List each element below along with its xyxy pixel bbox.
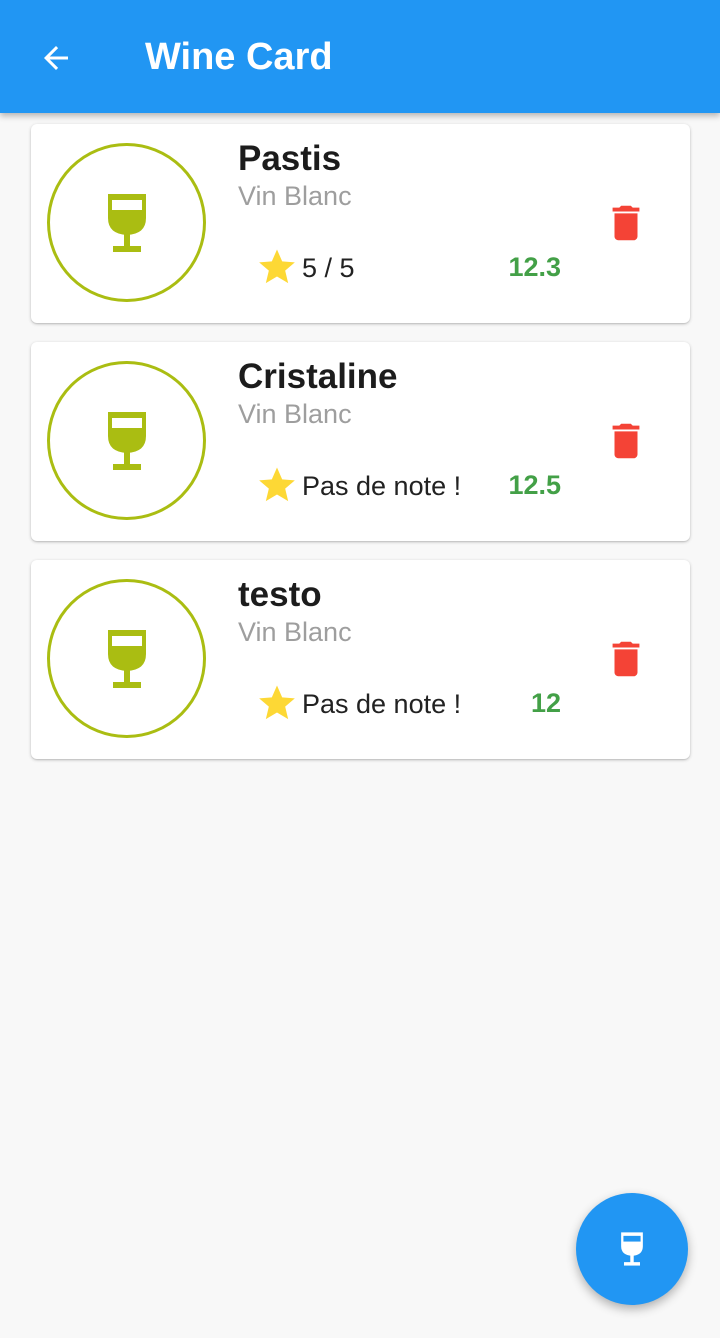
app-bar: Wine Card — [0, 0, 720, 113]
wine-glass-icon — [621, 1232, 643, 1266]
wine-card[interactable]: testo Vin Blanc Pas de note ! 12 — [31, 560, 690, 759]
wine-glass-icon — [107, 411, 146, 470]
add-wine-button[interactable] — [576, 1193, 688, 1305]
star-icon — [259, 467, 295, 502]
wine-card[interactable]: Pastis Vin Blanc 5 / 5 12.3 — [31, 124, 690, 323]
wine-avatar — [47, 361, 206, 520]
wine-avatar — [47, 143, 206, 302]
wine-type: Vin Blanc — [238, 617, 352, 647]
trash-icon — [612, 423, 640, 459]
page-title: Wine Card — [145, 36, 333, 78]
star-icon — [259, 249, 295, 284]
wine-list: Pastis Vin Blanc 5 / 5 12.3 Cristaline V… — [31, 124, 690, 778]
wine-name: Pastis — [238, 139, 342, 178]
wine-type: Vin Blanc — [238, 399, 352, 429]
wine-degree: 12 — [530, 688, 561, 718]
wine-degree: 12.5 — [508, 470, 561, 500]
wine-avatar — [47, 579, 206, 738]
back-button[interactable] — [32, 36, 80, 80]
delete-button[interactable] — [603, 200, 649, 246]
wine-card[interactable]: Cristaline Vin Blanc Pas de note ! 12.5 — [31, 342, 690, 541]
wine-degree: 12.3 — [508, 252, 561, 282]
star-icon — [259, 685, 295, 720]
arrow-back-icon — [44, 46, 68, 70]
wine-name: Cristaline — [238, 357, 398, 396]
wine-rating: Pas de note ! — [302, 689, 462, 719]
wine-glass-icon — [107, 193, 146, 252]
wine-type: Vin Blanc — [238, 181, 352, 211]
trash-icon — [612, 641, 640, 677]
wine-glass-icon — [107, 629, 146, 688]
delete-button[interactable] — [603, 636, 649, 682]
wine-name: testo — [238, 575, 322, 614]
wine-rating: 5 / 5 — [302, 253, 355, 283]
wine-rating: Pas de note ! — [302, 471, 462, 501]
trash-icon — [612, 205, 640, 241]
delete-button[interactable] — [603, 418, 649, 464]
